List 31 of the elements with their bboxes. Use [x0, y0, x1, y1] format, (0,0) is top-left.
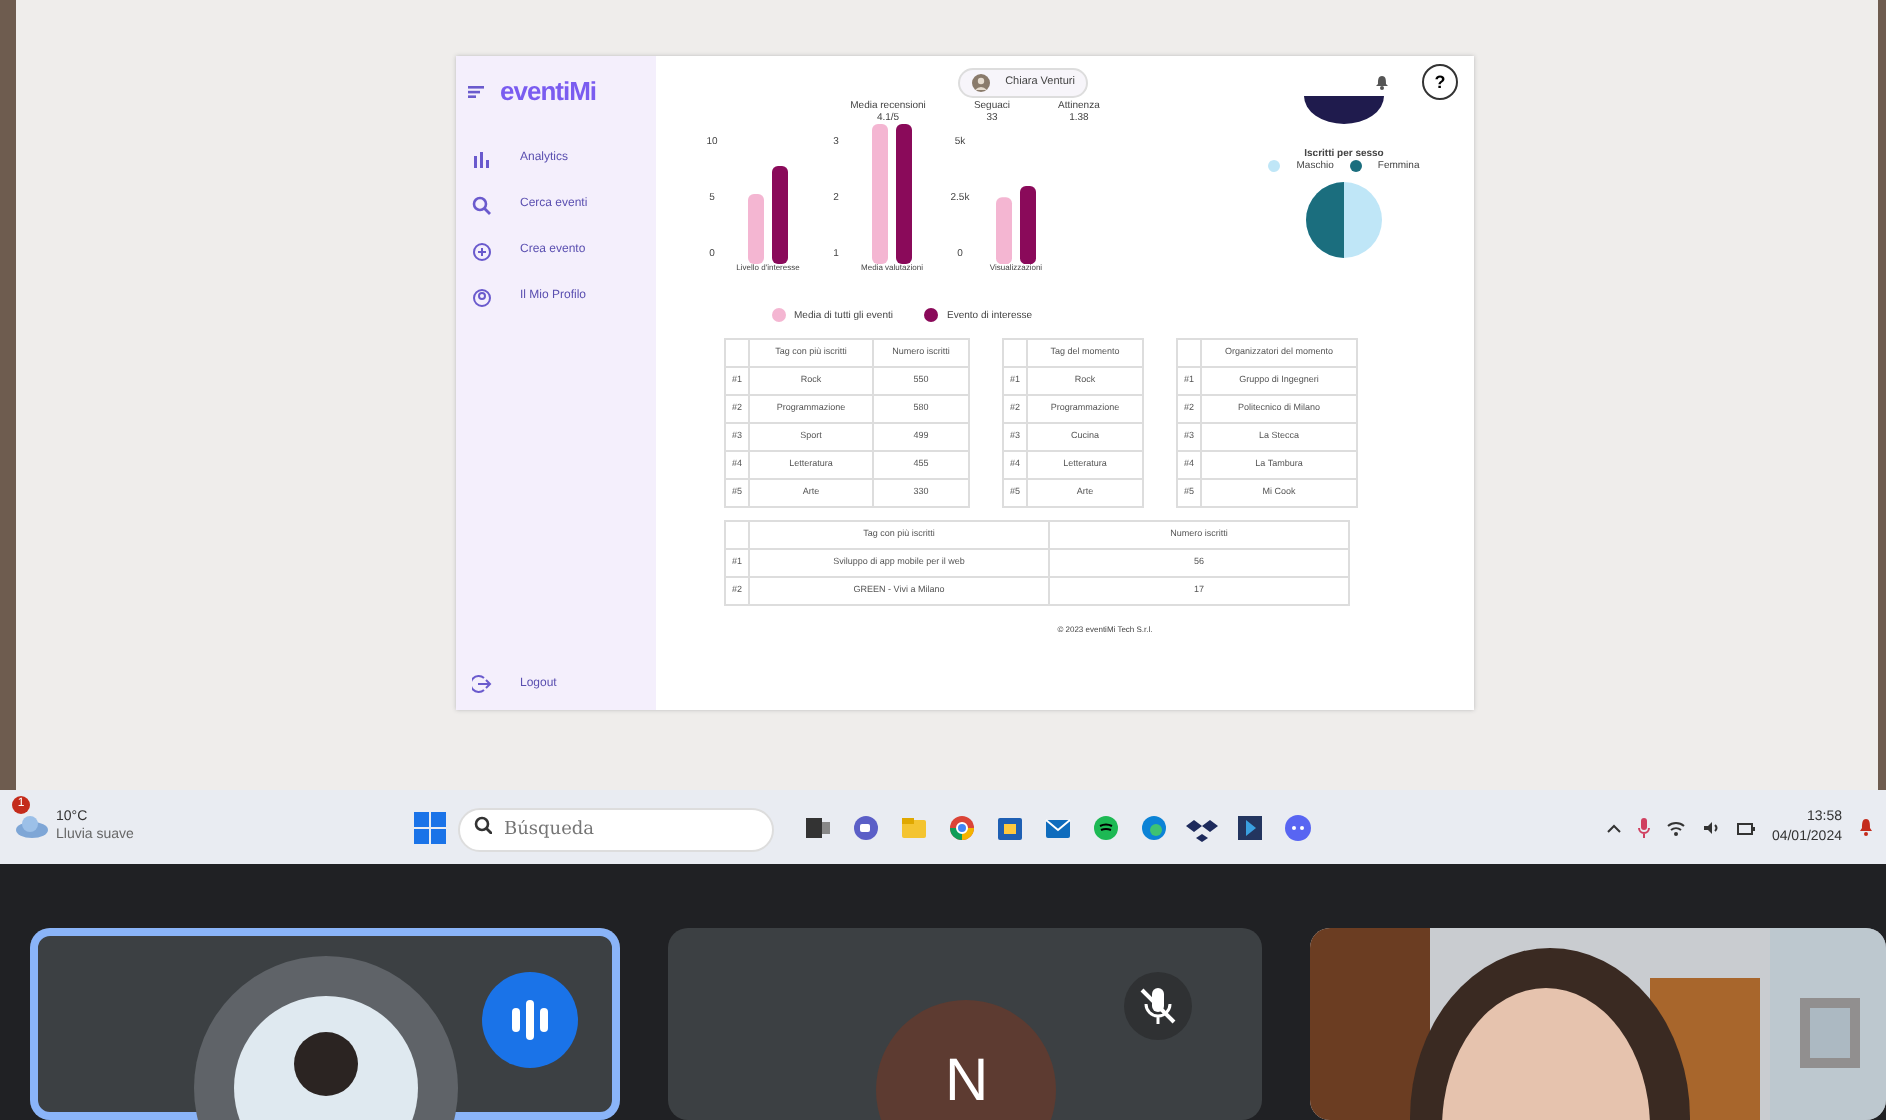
bar-chart-drawing — [748, 166, 788, 264]
chat-icon[interactable] — [850, 811, 882, 843]
pie-chart-drawing — [1300, 96, 1388, 124]
discord-icon[interactable] — [1282, 811, 1314, 843]
chevron-up-icon[interactable] — [1605, 821, 1622, 833]
help-button[interactable]: ? — [1422, 64, 1459, 100]
search-icon — [474, 816, 492, 834]
search-field[interactable]: Búsqueda — [458, 808, 774, 852]
pie-chart-drawing — [1304, 180, 1384, 260]
bar-chart-drawing — [996, 185, 1036, 264]
windows-start-icon[interactable] — [414, 811, 446, 843]
bar-chart-drawing — [872, 124, 912, 264]
avatar-icon — [971, 73, 990, 91]
app-icon[interactable] — [1234, 811, 1266, 843]
music-icon[interactable] — [1090, 811, 1122, 843]
bar-chart-icon — [472, 149, 492, 169]
search-icon — [472, 195, 492, 215]
edge-icon[interactable] — [1138, 811, 1170, 843]
avatar-initial: N — [876, 1000, 1057, 1120]
chrome-icon[interactable] — [946, 811, 978, 843]
battery-icon[interactable] — [1735, 819, 1756, 835]
notification-bell-icon[interactable] — [1858, 818, 1874, 836]
bell-icon[interactable] — [1374, 74, 1391, 90]
profile-icon — [472, 287, 492, 307]
wifi-icon[interactable] — [1665, 819, 1686, 835]
logo: eventiMi — [500, 74, 597, 110]
speaker-icon[interactable] — [1701, 819, 1720, 835]
menu-icon[interactable] — [468, 85, 484, 98]
add-icon — [472, 241, 492, 261]
microphone-icon[interactable] — [1637, 817, 1650, 837]
logout-icon — [472, 674, 492, 694]
